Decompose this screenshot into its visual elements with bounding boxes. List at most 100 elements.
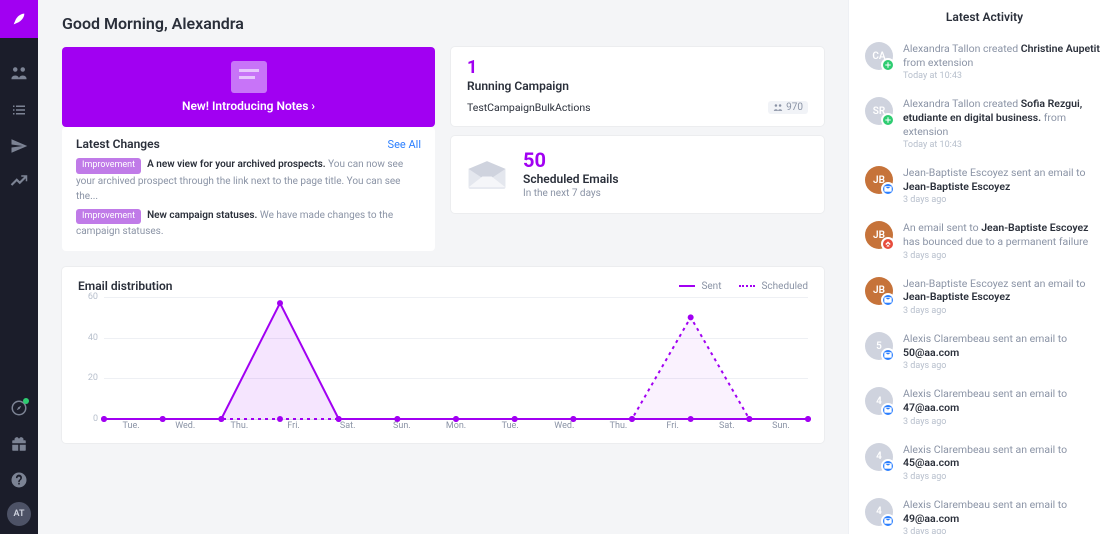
activity-item[interactable]: 4Alexis Clarembeau sent an email to 49@a… (849, 490, 1120, 534)
activity-item[interactable]: JBAn email sent to Jean-Baptiste Escoyez… (849, 213, 1120, 268)
x-tick-label: Thu. (212, 421, 266, 437)
activity-text: Alexis Clarembeau sent an email to 50@aa… (903, 332, 1104, 359)
activity-avatar: JB (865, 166, 893, 194)
activity-badge (881, 459, 895, 473)
chart-y-axis: 0204060 (78, 297, 102, 419)
activity-item[interactable]: 5 Alexis Clarembeau sent an email to 50@a… (849, 324, 1120, 379)
change-row[interactable]: ImprovementNew campaign statuses. We hav… (76, 208, 421, 240)
user-avatar[interactable]: AT (7, 502, 31, 526)
envelope-icon (467, 161, 507, 189)
activity-badge (881, 348, 895, 362)
activity-avatar: 5 (865, 332, 893, 360)
change-headline: A new view for your archived prospects. (147, 159, 326, 170)
activity-avatar: 4 (865, 443, 893, 471)
gift-icon (10, 435, 28, 453)
activity-avatar: 4 (865, 387, 893, 415)
scheduled-title: Scheduled Emails (523, 172, 619, 186)
legend-swatch-sent (679, 285, 695, 287)
activity-item[interactable]: SR Alexandra Tallon created Sofia Rezgui,… (849, 89, 1120, 158)
nav-rewards[interactable] (0, 426, 38, 462)
legend-label-sent: Sent (701, 281, 721, 292)
activity-avatar: JB (865, 277, 893, 305)
legend-swatch-scheduled (739, 285, 755, 287)
x-tick-label: Wed. (537, 421, 591, 437)
chart-x-axis: Tue.Wed.Thu.Fri.Sat.Sun.Mon.Tue.Wed.Thu.… (104, 421, 808, 437)
activity-item[interactable]: JB Jean-Baptiste Escoyez sent an email to… (849, 158, 1120, 213)
x-tick-label: Sun. (375, 421, 429, 437)
activity-time: 3 days ago (903, 361, 1104, 371)
y-tick-label: 40 (88, 333, 98, 343)
change-tag: Improvement (76, 158, 141, 174)
help-icon (10, 471, 28, 489)
email-distribution-card: Email distribution Sent Scheduled 020406… (62, 267, 824, 443)
greeting-title: Good Morning, Alexandra (62, 14, 824, 33)
activity-text: Alexis Clarembeau sent an email to 47@aa… (903, 387, 1104, 414)
x-tick-label: Sat. (700, 421, 754, 437)
scheduled-subtitle: In the next 7 days (523, 188, 619, 199)
running-title: Running Campaign (467, 79, 808, 93)
x-tick-label: Tue. (104, 421, 158, 437)
activity-badge (881, 113, 895, 127)
running-count: 1 (467, 59, 808, 77)
activity-time: 3 days ago (903, 251, 1104, 261)
activity-item[interactable]: CA Alexandra Tallon created Christine Aup… (849, 34, 1120, 89)
activity-text: Alexis Clarembeau sent an email to 45@aa… (903, 443, 1104, 470)
change-row[interactable]: Improvement A new view for your archived … (76, 157, 421, 204)
activity-panel: Latest Activity CAAlexandra Tallon creat… (848, 0, 1120, 534)
activity-avatar: 4 (865, 498, 893, 526)
activity-badge (881, 182, 895, 196)
people-small-icon (773, 103, 783, 113)
activity-time: 3 days ago (903, 306, 1104, 316)
scheduled-count: 50 (523, 150, 619, 170)
activity-badge (881, 58, 895, 72)
main-content: Good Morning, Alexandra New! Introducing… (38, 0, 848, 534)
activity-avatar: JB (865, 221, 893, 249)
activity-avatar: CA (865, 42, 893, 70)
see-all-link[interactable]: See All (388, 138, 421, 151)
notes-doc-icon (231, 61, 267, 93)
campaign-people-badge: 970 (768, 101, 808, 114)
x-tick-label: Wed. (158, 421, 212, 437)
activity-text: Alexandra Tallon created Christine Aupet… (903, 42, 1104, 69)
activity-text: Alexandra Tallon created Sofia Rezgui, e… (903, 97, 1104, 138)
trend-icon (10, 173, 28, 191)
y-tick-label: 0 (93, 414, 98, 424)
activity-badge (881, 237, 895, 251)
x-tick-label: Sun. (754, 421, 808, 437)
latest-changes-card: Latest Changes See All ImprovementA new … (62, 127, 435, 251)
right-column: 1 Running Campaign TestCampaignBulkActio… (451, 47, 824, 251)
nav-help[interactable] (0, 462, 38, 498)
activity-item[interactable]: JBJean-Baptiste Escoyez sent an email to… (849, 269, 1120, 324)
nav-lists[interactable] (0, 92, 38, 128)
nav-prospects[interactable] (0, 56, 38, 92)
activity-item[interactable]: 4 Alexis Clarembeau sent an email to 45@a… (849, 435, 1120, 490)
app-logo[interactable] (0, 0, 38, 38)
changes-list: Improvement A new view for your archived … (76, 157, 421, 239)
activity-avatar: SR (865, 97, 893, 125)
chart-title: Email distribution (78, 279, 172, 293)
nav-explore[interactable] (0, 390, 38, 426)
activity-list: CA Alexandra Tallon created Christine Aup… (849, 34, 1120, 534)
activity-time: 3 days ago (903, 472, 1104, 482)
x-tick-label: Thu. (591, 421, 645, 437)
nav-campaigns[interactable] (0, 128, 38, 164)
activity-time: 3 days ago (903, 195, 1104, 205)
sidebar-nav: AT (0, 0, 38, 534)
notification-dot (23, 398, 29, 404)
activity-text: Jean-Baptiste Escoyez sent an email to J… (903, 166, 1104, 193)
notes-banner[interactable]: New! Introducing Notes › (62, 47, 435, 127)
activity-time: Today at 10:43 (903, 71, 1104, 81)
nav-analytics[interactable] (0, 164, 38, 200)
notes-banner-text: New! Introducing Notes › (62, 99, 435, 113)
activity-badge (881, 293, 895, 307)
legend-label-scheduled: Scheduled (761, 281, 808, 292)
activity-item[interactable]: 4 Alexis Clarembeau sent an email to 47@a… (849, 379, 1120, 434)
chart-legend: Sent Scheduled (679, 281, 808, 292)
activity-time: 3 days ago (903, 417, 1104, 427)
x-tick-label: Tue. (483, 421, 537, 437)
scheduled-emails-card: 50 Scheduled Emails In the next 7 days (451, 136, 824, 213)
campaign-name[interactable]: TestCampaignBulkActions (467, 101, 591, 114)
activity-time: Today at 10:43 (903, 140, 1104, 150)
chart-plot (104, 297, 808, 419)
activity-badge (881, 514, 895, 528)
